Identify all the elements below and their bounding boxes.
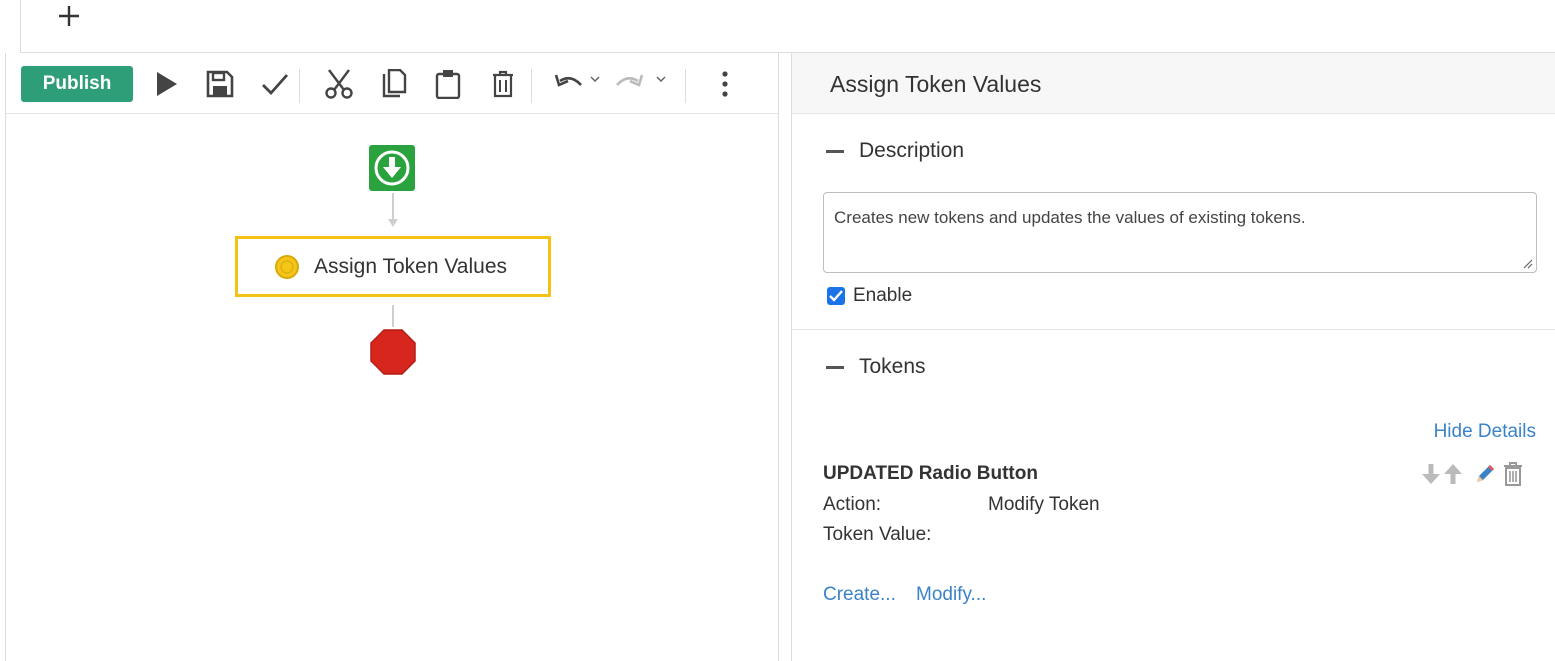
workflow-pane: Publish Assign Token Values xyxy=(5,53,779,661)
description-section-title: Description xyxy=(859,139,965,162)
action-value: Modify Token xyxy=(988,494,1100,515)
arrow-up-icon xyxy=(1444,464,1462,484)
edit-token-button[interactable] xyxy=(1474,461,1496,487)
connector-arrow xyxy=(388,219,398,227)
panel-title: Assign Token Values xyxy=(830,71,1042,97)
cut-button[interactable] xyxy=(322,67,356,101)
chevron-down-icon xyxy=(656,76,666,82)
resize-grip-icon[interactable] xyxy=(1521,257,1533,269)
token-name: UPDATED Radio Button xyxy=(823,463,1038,484)
toolbar-separator xyxy=(685,69,686,103)
copy-icon xyxy=(382,69,407,98)
enable-checkbox[interactable] xyxy=(827,287,845,305)
connector-line xyxy=(392,193,394,221)
paste-button[interactable] xyxy=(431,67,465,101)
workflow-canvas[interactable]: Assign Token Values xyxy=(6,115,779,661)
collapse-icon xyxy=(826,149,844,153)
more-options-button[interactable] xyxy=(708,67,742,101)
divider xyxy=(20,0,21,53)
delete-button[interactable] xyxy=(486,67,520,101)
description-section-toggle[interactable]: Description xyxy=(826,139,964,163)
chevron-down-icon xyxy=(590,76,600,82)
enable-label: Enable xyxy=(853,285,913,306)
collapse-icon xyxy=(826,365,844,369)
download-arrow-icon xyxy=(374,150,410,186)
stop-node[interactable] xyxy=(369,328,417,376)
save-button[interactable] xyxy=(203,67,237,101)
modify-token-link[interactable]: Modify... xyxy=(916,584,986,606)
add-tab-button[interactable] xyxy=(55,2,83,30)
connector-line xyxy=(392,305,394,327)
coin-icon xyxy=(275,254,299,279)
undo-button[interactable] xyxy=(552,67,586,101)
tokens-section-toggle[interactable]: Tokens xyxy=(826,355,926,379)
validate-button[interactable] xyxy=(258,67,292,101)
assign-token-values-node[interactable]: Assign Token Values xyxy=(235,236,551,297)
tokens-section-title: Tokens xyxy=(859,355,926,378)
redo-menu-button[interactable] xyxy=(655,73,667,85)
task-label: Assign Token Values xyxy=(314,254,508,278)
redo-icon xyxy=(616,74,644,87)
properties-panel: Assign Token Values Description Creates … xyxy=(791,53,1555,661)
hide-details-link[interactable]: Hide Details xyxy=(1434,421,1536,443)
paste-icon xyxy=(435,70,461,99)
stop-sign-icon xyxy=(370,329,416,375)
panel-header: Assign Token Values xyxy=(792,53,1555,114)
trash-icon xyxy=(1504,462,1522,486)
top-tab-strip xyxy=(0,0,1555,53)
check-icon xyxy=(262,74,289,96)
delete-token-button[interactable] xyxy=(1502,461,1524,487)
delete-icon xyxy=(493,70,513,98)
pencil-icon xyxy=(1477,465,1494,482)
move-down-button[interactable] xyxy=(1420,461,1442,487)
enable-row: Enable xyxy=(827,285,912,307)
cut-icon xyxy=(325,69,353,99)
undo-menu-button[interactable] xyxy=(589,73,601,85)
copy-button[interactable] xyxy=(377,67,411,101)
redo-button[interactable] xyxy=(612,67,646,101)
more-vertical-icon xyxy=(722,71,728,97)
token-value-label: Token Value: xyxy=(823,524,932,545)
save-icon xyxy=(206,70,234,98)
token-actions xyxy=(1420,461,1530,487)
run-button[interactable] xyxy=(149,67,183,101)
undo-icon xyxy=(554,74,582,87)
section-divider xyxy=(792,329,1555,330)
plus-icon xyxy=(59,6,79,26)
description-textarea[interactable]: Creates new tokens and updates the value… xyxy=(823,192,1537,273)
workflow-toolbar: Publish xyxy=(6,53,779,114)
toolbar-separator xyxy=(299,69,300,103)
move-up-button[interactable] xyxy=(1442,461,1464,487)
start-node[interactable] xyxy=(369,145,415,191)
action-label: Action: xyxy=(823,494,882,515)
play-icon xyxy=(157,72,177,96)
toolbar-separator xyxy=(531,69,532,103)
publish-button[interactable]: Publish xyxy=(21,66,133,102)
checkmark-icon xyxy=(829,290,843,302)
arrow-down-icon xyxy=(1422,464,1440,484)
create-token-link[interactable]: Create... xyxy=(823,584,896,606)
